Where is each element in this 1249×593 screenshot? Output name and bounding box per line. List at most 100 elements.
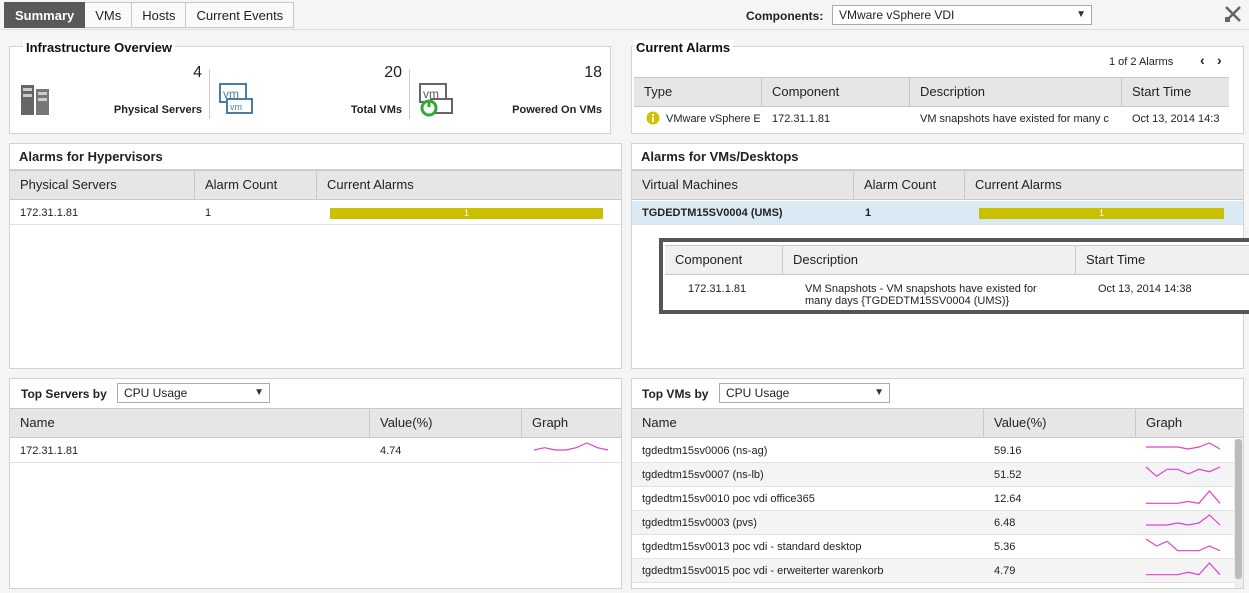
chevron-right-icon[interactable]: › (1217, 52, 1222, 68)
alarm-component: 172.31.1.81 (772, 113, 831, 125)
row-graph[interactable] (532, 441, 610, 468)
column-header-current-alarms[interactable]: Current Alarms (965, 171, 1243, 199)
row-value: 51.52 (994, 469, 1022, 481)
detail-description-line2: many days {TGDEDTM15SV0004 (UMS)} (805, 295, 1010, 307)
top-servers-metric-select[interactable]: CPU Usage ▼ (117, 383, 270, 403)
sparkline-graph[interactable] (1144, 561, 1222, 579)
top-bar: Summary VMs Hosts Current Events Compone… (0, 0, 1249, 30)
tab-current-events[interactable]: Current Events (186, 2, 295, 28)
row-value: 4.79 (994, 565, 1016, 577)
panel-header: Alarms for Hypervisors (10, 144, 621, 170)
alarm-count: 1 (205, 207, 212, 219)
row-name: tgdedtm15sv0015 poc vdi - erweiterter wa… (642, 565, 884, 577)
total-vms-label: Total VMs (350, 104, 402, 116)
svg-text:vm: vm (230, 102, 242, 112)
current-alarms-title: Current Alarms (633, 40, 734, 55)
sparkline-graph[interactable] (1144, 441, 1222, 459)
tab-summary[interactable]: Summary (4, 2, 86, 28)
row-name: tgdedtm15sv0006 (ns-ag) (642, 445, 768, 457)
close-icon[interactable] (1224, 5, 1242, 23)
info-warning-icon (646, 111, 660, 125)
table-row[interactable]: VMware vSphere E 172.31.1.81 VM snapshot… (634, 107, 1229, 131)
column-header-value[interactable]: Value(%) (984, 409, 1136, 437)
column-header-description[interactable]: Description (910, 78, 1122, 106)
detail-component: 172.31.1.81 (688, 283, 747, 295)
table-row[interactable]: 172.31.1.81 4.74 (10, 439, 621, 463)
alarm-count: 1 (865, 207, 872, 219)
column-header-component[interactable]: Component (762, 78, 910, 106)
top-vms-metric-select[interactable]: CPU Usage ▼ (719, 383, 890, 403)
vm-name: TGDEDTM15SV0004 (UMS) (642, 207, 783, 219)
top-servers-header: Name Value(%) Graph (10, 408, 621, 438)
column-header-graph[interactable]: Graph (1136, 409, 1243, 437)
table-row[interactable]: tgdedtm15sv0010 poc vdi office365 12.64 (632, 487, 1243, 511)
column-header-value[interactable]: Value(%) (370, 409, 522, 437)
top-vms-label: Top VMs by (642, 387, 709, 401)
column-header-description: Description (783, 246, 1076, 274)
row-name: tgdedtm15sv0010 poc vdi office365 (642, 493, 815, 505)
top-servers-label: Top Servers by (21, 387, 107, 401)
sparkline-series (1146, 562, 1221, 576)
divider (209, 69, 210, 119)
row-value: 59.16 (994, 445, 1022, 457)
column-header-name[interactable]: Name (632, 409, 984, 437)
components-select-value: VMware vSphere VDI (839, 8, 955, 22)
chevron-down-icon: ▼ (1076, 9, 1086, 20)
sparkline-graph[interactable] (532, 441, 610, 459)
column-header-graph[interactable]: Graph (522, 409, 621, 437)
sparkline-graph[interactable] (1144, 513, 1222, 531)
physical-servers-label: Physical Servers (113, 104, 202, 116)
tab-strip: Summary VMs Hosts Current Events (4, 2, 295, 28)
sparkline-series (1146, 490, 1221, 504)
top-vms-metric-value: CPU Usage (726, 386, 790, 400)
detail-start-time: Oct 13, 2014 14:38 (1098, 283, 1192, 295)
column-header-name[interactable]: Name (10, 409, 370, 437)
sparkline-graph[interactable] (1144, 465, 1222, 483)
column-header-alarm-count[interactable]: Alarm Count (854, 171, 965, 199)
sparkline-graph[interactable] (1144, 489, 1222, 507)
table-row[interactable]: tgdedtm15sv0013 poc vdi - standard deskt… (632, 535, 1243, 559)
sparkline-graph[interactable] (1144, 537, 1222, 555)
table-row[interactable]: tgdedtm15sv0006 (ns-ag) 59.16 (632, 439, 1243, 463)
infrastructure-overview-panel: Infrastructure Overview 4 Physical Serve… (9, 40, 611, 134)
server-name: 172.31.1.81 (20, 207, 79, 219)
detail-description-line1: VM Snapshots - VM snapshots have existed… (805, 283, 1037, 295)
row-value: 5.36 (994, 541, 1016, 553)
column-header-alarm-count[interactable]: Alarm Count (195, 171, 317, 199)
current-alarms-header: Type Component Description Start Time (634, 77, 1229, 107)
table-row[interactable]: tgdedtm15sv0015 poc vdi - erweiterter wa… (632, 559, 1243, 583)
column-header-virtual-machines[interactable]: Virtual Machines (632, 171, 854, 199)
vm-alarms-header: Virtual Machines Alarm Count Current Ala… (632, 170, 1243, 200)
table-row-selected[interactable]: TGDEDTM15SV0004 (UMS) 1 1 (632, 201, 1243, 225)
table-row[interactable]: tgdedtm15sv0003 (pvs) 6.48 (632, 511, 1243, 535)
components-label: Components: (746, 9, 824, 23)
column-header-physical-servers[interactable]: Physical Servers (10, 171, 195, 199)
hypervisor-alarms-header: Physical Servers Alarm Count Current Ala… (10, 170, 621, 200)
column-header-start-time[interactable]: Start Time (1122, 78, 1230, 106)
infrastructure-overview-title: Infrastructure Overview (23, 40, 175, 55)
table-row[interactable]: 172.31.1.81 1 1 (10, 201, 621, 225)
tab-vms[interactable]: VMs (85, 2, 133, 28)
column-header-component: Component (665, 246, 783, 274)
total-vms-count: 20 (384, 64, 402, 81)
alarm-bar[interactable]: 1 (330, 208, 603, 219)
row-value: 4.74 (380, 445, 402, 457)
table-row[interactable]: tgdedtm15sv0007 (ns-lb) 51.52 (632, 463, 1243, 487)
powered-on-vms-label: Powered On VMs (512, 104, 602, 116)
chevron-left-icon[interactable]: ‹ (1200, 52, 1205, 68)
alarm-bar[interactable]: 1 (979, 208, 1224, 219)
top-vms-panel: Top VMs by CPU Usage ▼ Name Value(%) Gra… (631, 378, 1244, 589)
hypervisor-alarms-title: Alarms for Hypervisors (19, 149, 163, 164)
tab-hosts[interactable]: Hosts (132, 2, 187, 28)
sparkline-series (533, 442, 609, 451)
scrollbar-track[interactable] (1234, 439, 1243, 588)
alarm-description: VM snapshots have existed for many c (920, 113, 1109, 125)
divider (409, 69, 410, 119)
sparkline-series (1146, 514, 1221, 526)
alarm-detail-header: Component Description Start Time (665, 245, 1249, 275)
scrollbar-thumb[interactable] (1235, 439, 1242, 579)
column-header-type[interactable]: Type (634, 78, 762, 106)
column-header-current-alarms[interactable]: Current Alarms (317, 171, 621, 199)
components-select[interactable]: VMware vSphere VDI ▼ (832, 5, 1092, 25)
row-graph[interactable] (1144, 561, 1222, 588)
